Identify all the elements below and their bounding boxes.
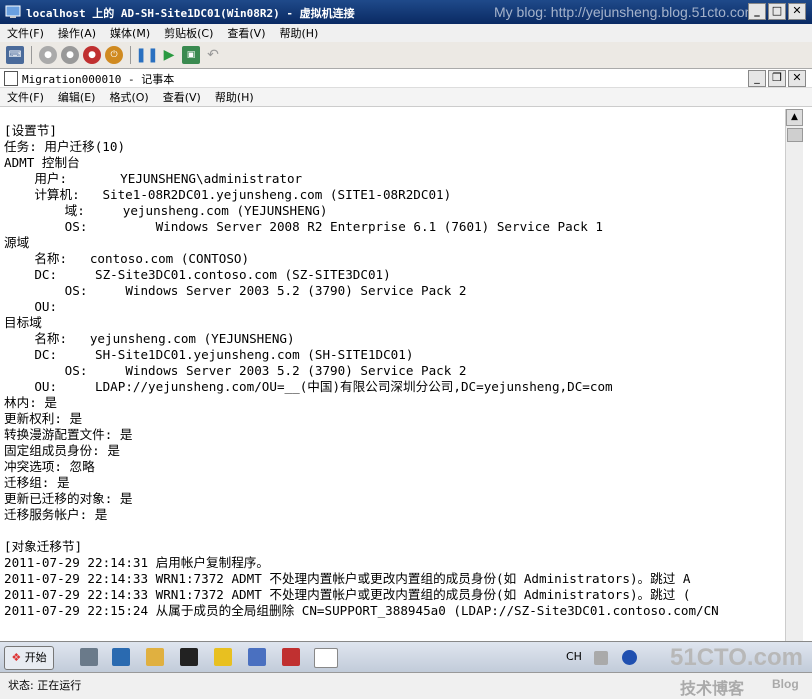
admt-icon[interactable] <box>248 648 266 666</box>
menu-view[interactable]: 查看(V) <box>156 89 208 105</box>
language-indicator[interactable]: CH <box>566 650 582 663</box>
keyboard-icon[interactable] <box>594 651 608 665</box>
toolbar-separator <box>31 46 32 64</box>
cmd-icon[interactable] <box>180 648 198 666</box>
start-button[interactable]: ❖ 开始 <box>4 646 54 670</box>
turn-off-icon[interactable]: ● <box>61 46 79 64</box>
site-watermark: 51CTO.com <box>670 644 803 671</box>
menu-file[interactable]: 文件(F) <box>0 89 51 105</box>
notepad-icon <box>4 71 18 86</box>
server-manager-icon[interactable] <box>80 648 98 666</box>
start-vm-icon[interactable]: ● <box>39 46 57 64</box>
scroll-thumb[interactable] <box>787 128 803 142</box>
status-bar: 状态: 正在运行 技术博客 Blog <box>0 672 812 699</box>
menu-clipboard[interactable]: 剪贴板(C) <box>157 25 220 41</box>
vm-title-bar: localhost 上的 AD-SH-Site1DC01(Win08R2) - … <box>0 0 812 24</box>
vm-connection-icon <box>5 5 21 18</box>
toolbox-icon[interactable] <box>282 648 300 666</box>
menu-format[interactable]: 格式(O) <box>102 89 155 105</box>
powershell-icon[interactable] <box>112 648 130 666</box>
tech-blog-watermark: 技术博客 <box>680 681 745 698</box>
minimize-button[interactable]: _ <box>748 3 766 20</box>
notepad-text-area[interactable]: [设置节] 任务: 用户迁移(10) ADMT 控制台 用户: YEJUNSHE… <box>4 111 785 641</box>
start-label: 开始 <box>24 651 47 664</box>
notepad-menu-bar: 文件(F) 编辑(E) 格式(O) 查看(V) 帮助(H) <box>0 88 812 107</box>
taskbar: ❖ 开始 CH 51CTO.com <box>0 641 812 674</box>
menu-view[interactable]: 查看(V) <box>220 25 272 41</box>
menu-edit[interactable]: 编辑(E) <box>51 89 103 105</box>
vm-window-controls: _ □ ✕ <box>748 3 806 20</box>
notepad-taskbar-icon[interactable] <box>314 648 338 668</box>
resume-icon[interactable]: ▶ <box>160 46 178 64</box>
menu-help[interactable]: 帮助(H) <box>272 25 325 41</box>
status-text: 状态: 正在运行 <box>8 679 82 692</box>
help-icon[interactable] <box>622 650 637 665</box>
blog-label-watermark: Blog <box>772 677 799 691</box>
vm-toolbar: ⌨ ● ● ● ⏻ ❚❚ ▶ ▣ ↶ <box>0 42 812 69</box>
notepad-window-title: Migration000010 - 记事本 <box>22 73 175 86</box>
revert-icon[interactable]: ↶ <box>204 46 222 64</box>
vm-screen: Migration000010 - 记事本 _ ❐ ✕ 文件(F) 编辑(E) … <box>0 69 812 674</box>
power-icon[interactable]: ⏻ <box>105 46 123 64</box>
maximize-button[interactable]: □ <box>768 3 786 20</box>
snapshot-icon[interactable]: ▣ <box>182 46 200 64</box>
folder-icon[interactable] <box>214 648 232 666</box>
pause-icon[interactable]: ❚❚ <box>135 46 158 64</box>
menu-file[interactable]: 文件(F) <box>0 25 51 41</box>
notepad-content: [设置节] 任务: 用户迁移(10) ADMT 控制台 用户: YEJUNSHE… <box>4 123 719 618</box>
close-button[interactable]: ✕ <box>788 3 806 20</box>
menu-media[interactable]: 媒体(M) <box>103 25 157 41</box>
notepad-window-controls: _ ❐ ✕ <box>748 70 806 87</box>
notepad-title-bar: Migration000010 - 记事本 _ ❐ ✕ <box>0 69 812 88</box>
vm-window-title: localhost 上的 AD-SH-Site1DC01(Win08R2) - … <box>26 7 355 20</box>
toolbar-separator <box>130 46 131 64</box>
menu-action[interactable]: 操作(A) <box>51 25 103 41</box>
menu-help[interactable]: 帮助(H) <box>208 89 261 105</box>
blog-watermark: My blog: http://yejunsheng.blog.51cto.co… <box>494 4 757 20</box>
vertical-scrollbar[interactable]: ▲ <box>785 109 803 641</box>
explorer-icon[interactable] <box>146 648 164 666</box>
windows-logo-icon: ❖ <box>11 651 22 664</box>
scroll-up-icon[interactable]: ▲ <box>786 109 803 126</box>
close-button[interactable]: ✕ <box>788 70 806 87</box>
vm-menu-bar: 文件(F) 操作(A) 媒体(M) 剪贴板(C) 查看(V) 帮助(H) <box>0 24 812 42</box>
minimize-button[interactable]: _ <box>748 70 766 87</box>
shutdown-icon[interactable]: ● <box>83 46 101 64</box>
ctrl-alt-del-icon[interactable]: ⌨ <box>6 46 24 64</box>
restore-button[interactable]: ❐ <box>768 70 786 87</box>
